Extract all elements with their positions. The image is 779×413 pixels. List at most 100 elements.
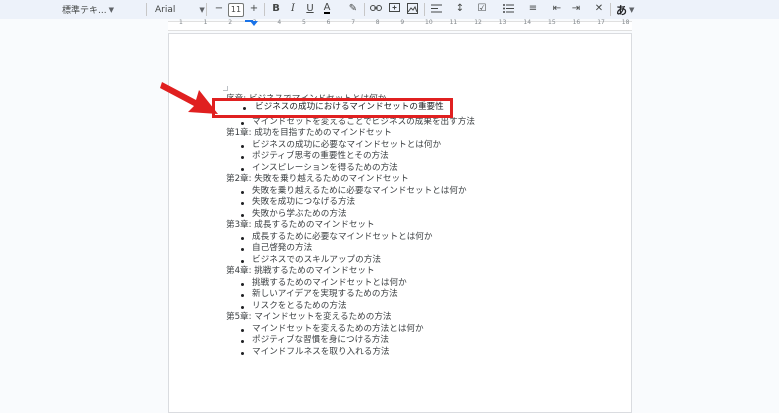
ruler-number: 4 [277, 19, 282, 26]
list-item[interactable]: ビジネスでのスキルアップの方法 [252, 255, 381, 266]
font-family-label: Arial [155, 4, 176, 15]
bullet-icon [241, 294, 244, 297]
comment-plus-icon [388, 2, 400, 12]
ruler-number: 8 [375, 19, 380, 26]
list-item[interactable]: 成長するために必要なマインドセットとは何か [252, 232, 432, 243]
align-left-icon [430, 4, 442, 12]
ruler-number: 16 [572, 19, 581, 26]
toolbar-divider [364, 3, 365, 16]
list-item[interactable]: 新しいアイデアを実現するための方法 [252, 289, 398, 300]
chapter-heading[interactable]: 第3章: 成長するためのマインドセット [226, 220, 375, 231]
italic-button[interactable]: I [285, 0, 301, 16]
text-color-label: A [323, 1, 331, 14]
left-indent-marker[interactable] [250, 21, 258, 26]
line-spacing-button[interactable]: ↕ [452, 0, 468, 16]
list-item[interactable]: 自己啓発の方法 [252, 243, 312, 254]
decrease-indent-button[interactable]: ⇤ [549, 0, 565, 16]
insert-image-button[interactable] [404, 0, 420, 16]
list-item[interactable]: 失敗から学ぶための方法 [252, 209, 347, 220]
bullet-icon [241, 122, 244, 125]
ruler-number: 13 [498, 19, 507, 26]
list-item[interactable]: 失敗を成功につなげる方法 [252, 197, 355, 208]
ruler-number: 11 [449, 19, 458, 26]
bullet-icon [241, 236, 244, 240]
decrease-font-size-button[interactable]: − [211, 0, 227, 16]
bullet-icon [241, 351, 244, 355]
list-item[interactable]: インスピレーションを得るための方法 [252, 163, 398, 174]
link-icon [370, 5, 382, 11]
numbered-list-button[interactable]: ≡ [525, 0, 541, 16]
arrow-shape [160, 82, 218, 114]
checklist-button[interactable]: ☑ [474, 0, 490, 16]
toolbar-divider [610, 3, 611, 16]
bullet-icon [241, 144, 244, 148]
insert-link-button[interactable] [368, 0, 384, 16]
list-item[interactable]: マインドフルネスを取り入れる方法 [252, 347, 390, 358]
chapter-heading[interactable]: 第4章: 挑戦するためのマインドセット [226, 266, 375, 277]
underline-button[interactable]: U [302, 0, 318, 16]
list-item[interactable]: ポジティブな習慣を身につける方法 [252, 335, 389, 346]
paragraph-style-select[interactable]: 標準テキ... ▼ [62, 0, 114, 19]
ruler-number: 1 [203, 19, 208, 26]
bullet-icon [241, 156, 244, 159]
clear-formatting-button[interactable]: ✕ [591, 0, 607, 16]
add-comment-button[interactable] [386, 0, 402, 16]
list-item[interactable]: 失敗を乗り越えるために必要なマインドセットとは何か [252, 186, 467, 197]
bold-button[interactable]: B [268, 0, 284, 16]
bulleted-list-button[interactable] [500, 0, 516, 16]
chapter-heading[interactable]: 第5章: マインドセットを変えるための方法 [226, 312, 392, 323]
list-item[interactable]: リスクをとるための方法 [252, 301, 347, 312]
bullet-icon [241, 305, 244, 309]
bulleted-list-icon [502, 3, 514, 13]
ruler-number: 14 [523, 19, 532, 26]
list-item[interactable]: マインドセットを変えるための方法とは何か [252, 324, 424, 335]
ruler-number: 1 [179, 19, 183, 26]
input-tools-label: あ [616, 3, 627, 17]
ruler-number: 10 [425, 19, 433, 26]
bullet-icon [241, 213, 244, 217]
font-size-input[interactable]: 11 [228, 2, 244, 17]
clear-formatting-icon: ✕ [594, 2, 604, 14]
line-spacing-icon: ↕ [455, 2, 465, 14]
numbered-list-icon: ≡ [528, 2, 538, 14]
text-color-button[interactable]: A [319, 0, 335, 16]
font-family-select[interactable]: Arial ▼ [155, 0, 205, 19]
ruler-number: 6 [326, 19, 331, 26]
list-item[interactable]: 挑戦するためのマインドセットとは何か [252, 278, 407, 289]
increase-indent-button[interactable]: ⇥ [568, 0, 584, 16]
highlighted-bullet-text[interactable]: ビジネスの成功におけるマインドセットの重要性 [255, 102, 444, 113]
chevron-down-icon: ▼ [199, 5, 205, 14]
list-item[interactable]: ポジティブ思考の重要性とその方法 [252, 151, 389, 162]
increase-font-size-button[interactable]: + [246, 0, 262, 16]
bullet-icon [241, 282, 244, 286]
input-tools-button[interactable]: あ ▼ [616, 0, 634, 19]
toolbar-divider [264, 3, 265, 16]
bullet-icon [241, 248, 244, 251]
bullet-icon [241, 167, 244, 171]
toolbar-divider [424, 3, 425, 16]
margin-corner [223, 86, 228, 91]
bullet-icon [241, 340, 244, 343]
ruler-number: 12 [474, 19, 482, 26]
highlighter-icon: ✎ [348, 2, 358, 14]
intro-bullet-line[interactable]: マインドセットを変えることでビジネスの成果を出す方法 [252, 117, 475, 128]
decrease-indent-icon: ⇤ [552, 2, 562, 14]
ruler-number: 2 [228, 19, 233, 26]
annotation-highlight-box: ビジネスの成功におけるマインドセットの重要性 [212, 98, 453, 118]
list-item[interactable]: ビジネスの成功に必要なマインドセットとは何か [252, 140, 441, 151]
paragraph-style-label: 標準テキ... [62, 6, 107, 16]
ruler-number: 18 [621, 19, 630, 26]
align-button[interactable] [428, 0, 444, 16]
bullet-icon [241, 202, 244, 205]
ruler-number: 7 [351, 19, 356, 26]
formatting-toolbar: 標準テキ... ▼ Arial ▼ − 11 + B I U A ✎ ↕ ☑ ≡ [0, 0, 779, 19]
increase-indent-icon: ⇥ [571, 2, 581, 14]
highlight-color-button[interactable]: ✎ [345, 0, 361, 16]
annotation-arrow-icon [160, 82, 218, 114]
chevron-down-icon: ▼ [629, 5, 635, 14]
chapter-heading[interactable]: 第1章: 成功を目指すためのマインドセット [226, 128, 392, 139]
chapter-heading[interactable]: 第2章: 失敗を乗り越えるためのマインドセット [226, 174, 409, 185]
image-icon [406, 2, 418, 14]
bullet-icon [241, 328, 244, 332]
ruler-number: 15 [548, 19, 556, 26]
